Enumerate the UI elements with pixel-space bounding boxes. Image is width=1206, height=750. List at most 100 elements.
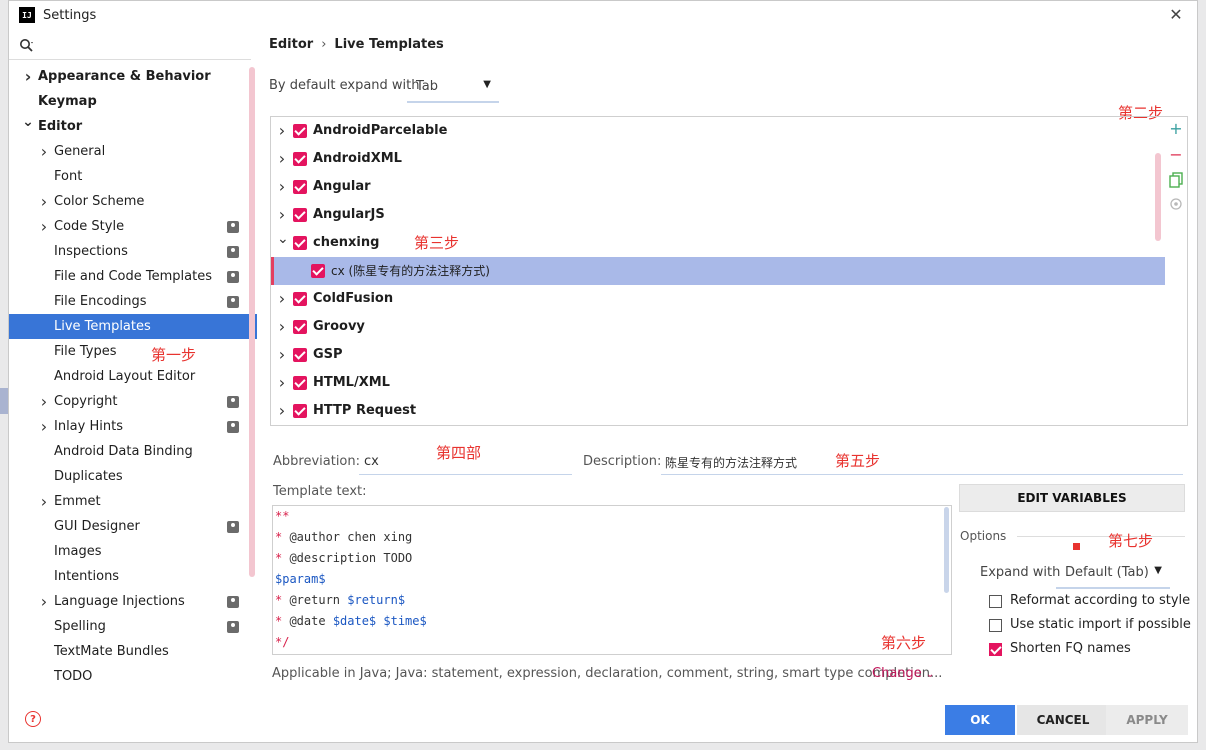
sidebar-item[interactable]: › Copyright [9, 389, 257, 414]
sidebar-item[interactable]: Inspections [9, 239, 257, 264]
add-icon[interactable]: + [1167, 120, 1185, 138]
sidebar-item[interactable]: Keymap [9, 89, 257, 114]
enabled-checkbox[interactable] [293, 404, 307, 418]
chevron-right-icon[interactable]: › [38, 414, 50, 439]
list-scrollbar[interactable] [1155, 153, 1161, 241]
settings-search[interactable] [9, 33, 251, 60]
enabled-checkbox[interactable] [293, 124, 307, 138]
restore-icon[interactable] [1167, 197, 1185, 215]
option-label[interactable]: Shorten FQ names [1010, 641, 1131, 656]
sidebar-item[interactable]: › Inlay Hints [9, 414, 257, 439]
chevron-down-icon[interactable]: ⌄ [22, 110, 34, 135]
enabled-checkbox[interactable] [293, 236, 307, 250]
template-group[interactable]: › Groovy [271, 313, 1165, 341]
template-text-editor[interactable]: ** * @author chen xing * @description TODO… [272, 505, 952, 655]
enabled-checkbox[interactable] [293, 208, 307, 222]
sidebar-item[interactable]: TextMate Bundles [9, 639, 257, 664]
enabled-checkbox[interactable] [293, 152, 307, 166]
chevron-right-icon[interactable]: › [277, 341, 287, 369]
chevron-down-icon[interactable]: ⌄ [277, 225, 289, 253]
cancel-button[interactable]: CANCEL [1017, 705, 1109, 735]
chevron-right-icon[interactable]: › [277, 285, 287, 313]
sidebar-item[interactable]: ⌄ Editor [9, 114, 257, 139]
chevron-right-icon[interactable]: › [22, 64, 34, 89]
sidebar-item[interactable]: Duplicates [9, 464, 257, 489]
search-input[interactable] [39, 36, 243, 58]
project-settings-icon [227, 221, 239, 233]
chevron-right-icon[interactable]: › [38, 489, 50, 514]
chevron-right-icon[interactable]: › [38, 389, 50, 414]
sidebar-item[interactable]: › Emmet [9, 489, 257, 514]
sidebar-item[interactable]: Images [9, 539, 257, 564]
option-checkbox[interactable] [989, 643, 1002, 656]
chevron-right-icon[interactable]: › [38, 189, 50, 214]
copy-icon[interactable] [1167, 172, 1185, 190]
chevron-right-icon[interactable]: › [38, 139, 50, 164]
chevron-right-icon[interactable]: › [277, 313, 287, 341]
chevron-right-icon[interactable]: › [277, 145, 287, 173]
tree-scrollbar[interactable] [249, 67, 255, 577]
option-checkbox[interactable] [989, 595, 1002, 608]
change-contexts-link[interactable]: Change ⌄ [872, 666, 934, 681]
sidebar-item[interactable]: GUI Designer [9, 514, 257, 539]
option-checkbox[interactable] [989, 619, 1002, 632]
code-line: * @date $date$ $time$ [275, 614, 427, 628]
enabled-checkbox[interactable] [293, 320, 307, 334]
option-label[interactable]: Use static import if possible [1010, 617, 1191, 632]
sidebar-item[interactable]: File Encodings [9, 289, 257, 314]
sidebar-item[interactable]: Intentions [9, 564, 257, 589]
template-group[interactable]: › HTML/XML [271, 369, 1165, 397]
sidebar-item[interactable]: › Color Scheme [9, 189, 257, 214]
description-input[interactable]: 陈星专有的方法注释方式 [665, 454, 797, 471]
sidebar-item[interactable]: › General [9, 139, 257, 164]
template-group[interactable]: ⌄ chenxing [271, 229, 1165, 257]
enabled-checkbox[interactable] [311, 264, 325, 278]
enabled-checkbox[interactable] [293, 348, 307, 362]
sidebar-item[interactable]: Font [9, 164, 257, 189]
sidebar-item-label: Emmet [54, 494, 101, 509]
help-icon[interactable]: ? [25, 711, 41, 727]
title-bar: IJ Settings ✕ [9, 1, 1197, 31]
apply-button[interactable]: APPLY [1106, 705, 1188, 735]
description-underline [661, 474, 1183, 475]
sidebar-item[interactable]: Live Templates [9, 314, 257, 339]
remove-icon[interactable]: − [1167, 146, 1185, 164]
enabled-checkbox[interactable] [293, 180, 307, 194]
sidebar-item[interactable]: Android Data Binding [9, 439, 257, 464]
edit-variables-button[interactable]: EDIT VARIABLES [959, 484, 1185, 512]
chevron-right-icon[interactable]: › [38, 589, 50, 614]
chevron-right-icon[interactable]: › [38, 214, 50, 239]
sidebar-item[interactable]: Android Layout Editor [9, 364, 257, 389]
option-label[interactable]: Reformat according to style [1010, 593, 1190, 608]
template-group[interactable]: › GSP [271, 341, 1165, 369]
template-group[interactable]: › ColdFusion [271, 285, 1165, 313]
template-group[interactable]: › HTTP Request [271, 397, 1165, 425]
chevron-right-icon[interactable]: › [277, 173, 287, 201]
sidebar-item[interactable]: › Language Injections [9, 589, 257, 614]
breadcrumb-editor[interactable]: Editor [269, 37, 313, 52]
sidebar-item[interactable]: › Code Style [9, 214, 257, 239]
chevron-right-icon[interactable]: › [277, 397, 287, 425]
enabled-checkbox[interactable] [293, 292, 307, 306]
code-scrollbar[interactable] [944, 507, 949, 593]
sidebar-item[interactable]: TODO [9, 664, 257, 689]
template-group[interactable]: › AngularJS [271, 201, 1165, 229]
chevron-right-icon[interactable]: › [277, 117, 287, 145]
close-icon[interactable]: ✕ [1167, 5, 1185, 25]
template-item[interactable]: cx (陈星专有的方法注释方式) [271, 257, 1165, 285]
template-group[interactable]: › AndroidParcelable [271, 117, 1165, 145]
sidebar-item[interactable]: › Appearance & Behavior [9, 64, 257, 89]
chevron-right-icon[interactable]: › [277, 369, 287, 397]
abbreviation-input[interactable]: cx [364, 454, 379, 469]
sidebar-item[interactable]: Spelling [9, 614, 257, 639]
expand-with-option-select[interactable]: Default (Tab) ▼ [1056, 559, 1170, 589]
sidebar-item[interactable]: File Types [9, 339, 257, 364]
template-label: HTML/XML [313, 375, 390, 390]
enabled-checkbox[interactable] [293, 376, 307, 390]
template-group[interactable]: › Angular [271, 173, 1165, 201]
ok-button[interactable]: OK [945, 705, 1015, 735]
expand-with-select[interactable]: Tab ▼ [407, 73, 499, 103]
template-group[interactable]: › AndroidXML [271, 145, 1165, 173]
sidebar-item[interactable]: File and Code Templates [9, 264, 257, 289]
template-label: Groovy [313, 319, 365, 334]
